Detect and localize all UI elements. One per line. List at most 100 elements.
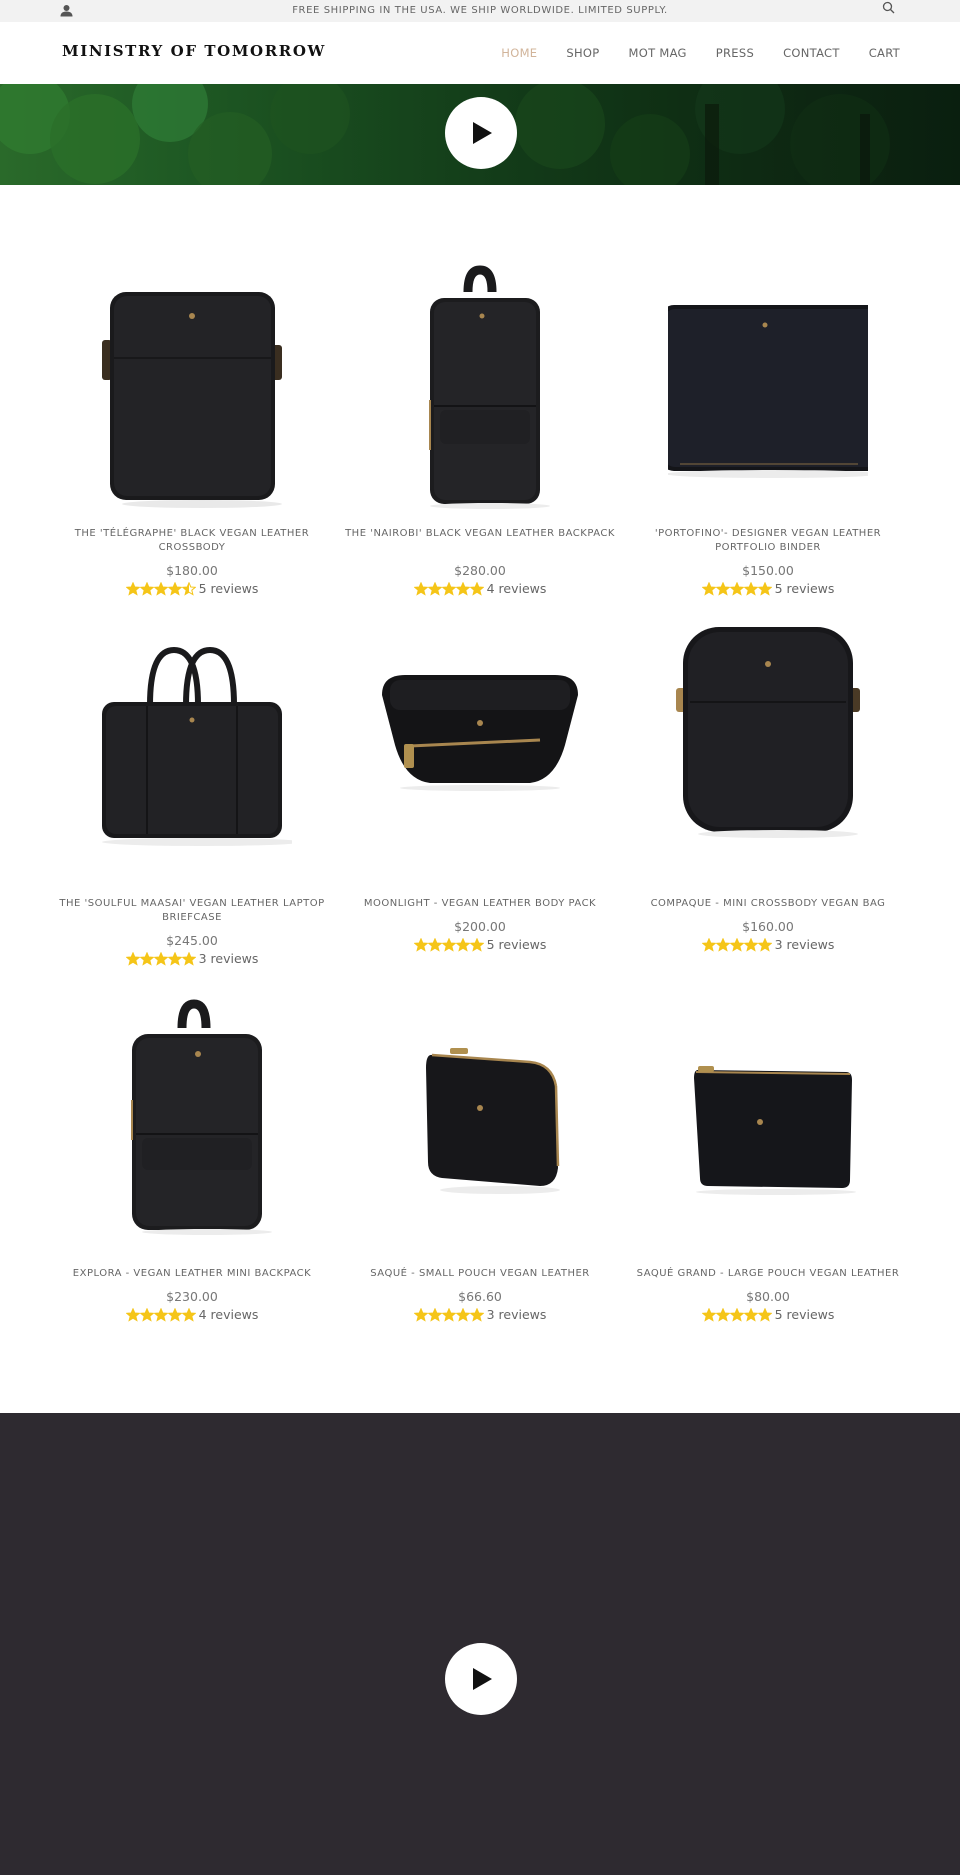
star-full-icon	[153, 951, 168, 966]
star-full-icon	[413, 937, 428, 952]
star-full-icon	[757, 1307, 772, 1322]
star-full-icon	[441, 581, 456, 596]
star-full-icon	[427, 937, 442, 952]
nav-contact[interactable]: CONTACT	[783, 46, 840, 60]
product-price: $66.60	[458, 1289, 502, 1304]
product-title[interactable]: SAQUÉ - SMALL POUCH VEGAN LEATHER	[336, 1267, 624, 1281]
rating-stars	[413, 1307, 484, 1322]
product-rating: 5 reviews	[624, 1307, 912, 1322]
star-full-icon	[455, 581, 470, 596]
star-full-icon	[715, 1307, 730, 1322]
star-full-icon	[715, 581, 730, 596]
star-full-icon	[701, 1307, 716, 1322]
star-full-icon	[139, 951, 154, 966]
portfolio-image[interactable]	[668, 250, 868, 510]
product-title[interactable]: COMPAQUE - MINI CROSSBODY VEGAN BAG	[624, 897, 912, 911]
hero-video	[0, 84, 960, 185]
body-pack-image[interactable]	[380, 620, 580, 880]
star-full-icon	[427, 1307, 442, 1322]
star-full-icon	[125, 1307, 140, 1322]
star-full-icon	[469, 937, 484, 952]
product-title[interactable]: THE 'SOULFUL MAASAI' VEGAN LEATHER LAPTO…	[48, 897, 336, 925]
star-full-icon	[455, 937, 470, 952]
star-full-icon	[413, 581, 428, 596]
product-price: $160.00	[742, 919, 794, 934]
rating-stars	[701, 1307, 772, 1322]
product-price: $150.00	[742, 563, 794, 578]
star-full-icon	[729, 937, 744, 952]
product-rating: 4 reviews	[48, 1307, 336, 1322]
product-price: $230.00	[166, 1289, 218, 1304]
review-count: 3 reviews	[198, 951, 259, 966]
mini-crossbody-image[interactable]	[668, 620, 868, 880]
video-play-button[interactable]	[445, 1643, 517, 1715]
product-title[interactable]: THE 'NAIROBI' BLACK VEGAN LEATHER BACKPA…	[336, 527, 624, 541]
review-count: 5 reviews	[774, 1307, 835, 1322]
star-full-icon	[413, 1307, 428, 1322]
announcement-bar: FREE SHIPPING IN THE USA. WE SHIP WORLDW…	[0, 0, 960, 22]
star-full-icon	[139, 1307, 154, 1322]
star-full-icon	[125, 581, 140, 596]
nav-mot-mag[interactable]: MOT MAG	[629, 46, 687, 60]
search-icon[interactable]	[882, 1, 895, 14]
rating-stars	[125, 581, 196, 596]
rating-stars	[413, 581, 484, 596]
star-full-icon	[469, 581, 484, 596]
crossbody-bag-image[interactable]	[92, 250, 292, 510]
star-full-icon	[153, 581, 168, 596]
product-title[interactable]: MOONLIGHT - VEGAN LEATHER BODY PACK	[336, 897, 624, 911]
mini-backpack-image[interactable]	[92, 990, 292, 1250]
star-full-icon	[125, 951, 140, 966]
star-full-icon	[153, 1307, 168, 1322]
nav-cart[interactable]: CART	[869, 46, 900, 60]
product-title[interactable]: THE 'TÉLÉGRAPHE' BLACK VEGAN LEATHER CRO…	[48, 527, 336, 555]
star-full-icon	[757, 581, 772, 596]
star-full-icon	[729, 1307, 744, 1322]
site-logo[interactable]: MINISTRY OF TOMORROW	[62, 42, 326, 60]
product-rating: 3 reviews	[624, 937, 912, 952]
product-title[interactable]: EXPLORA - VEGAN LEATHER MINI BACKPACK	[48, 1267, 336, 1281]
product-title[interactable]: SAQUÉ GRAND - LARGE POUCH VEGAN LEATHER	[624, 1267, 912, 1281]
main-nav: HOME SHOP MOT MAG PRESS CONTACT CART	[472, 46, 900, 60]
nav-press[interactable]: PRESS	[716, 46, 754, 60]
product-rating: 3 reviews	[336, 1307, 624, 1322]
star-full-icon	[139, 581, 154, 596]
nav-shop[interactable]: SHOP	[566, 46, 599, 60]
rating-stars	[413, 937, 484, 952]
rating-stars	[125, 951, 196, 966]
rating-stars	[701, 581, 772, 596]
star-full-icon	[167, 581, 182, 596]
star-full-icon	[441, 1307, 456, 1322]
star-full-icon	[743, 1307, 758, 1322]
product-rating: 5 reviews	[336, 937, 624, 952]
briefcase-image[interactable]	[92, 620, 292, 880]
video-section	[0, 1413, 960, 1875]
product-rating: 4 reviews	[336, 581, 624, 596]
star-full-icon	[441, 937, 456, 952]
product-price: $280.00	[454, 563, 506, 578]
review-count: 4 reviews	[486, 581, 547, 596]
product-rating: 5 reviews	[624, 581, 912, 596]
play-icon	[473, 1668, 492, 1690]
large-pouch-image[interactable]	[668, 990, 868, 1250]
play-icon	[473, 122, 492, 144]
small-pouch-image[interactable]	[380, 990, 580, 1250]
review-count: 5 reviews	[486, 937, 547, 952]
star-full-icon	[469, 1307, 484, 1322]
product-price: $80.00	[746, 1289, 790, 1304]
review-count: 5 reviews	[198, 581, 259, 596]
announcement-text: FREE SHIPPING IN THE USA. WE SHIP WORLDW…	[292, 5, 668, 16]
star-full-icon	[427, 581, 442, 596]
hero-play-button[interactable]	[445, 97, 517, 169]
star-full-icon	[757, 937, 772, 952]
nav-home[interactable]: HOME	[501, 46, 537, 60]
product-price: $245.00	[166, 933, 218, 948]
product-title[interactable]: 'PORTOFINO'- DESIGNER VEGAN LEATHER PORT…	[624, 527, 912, 555]
backpack-image[interactable]	[380, 250, 580, 510]
star-full-icon	[455, 1307, 470, 1322]
product-rating: 3 reviews	[48, 951, 336, 966]
review-count: 5 reviews	[774, 581, 835, 596]
star-full-icon	[167, 1307, 182, 1322]
star-full-icon	[701, 937, 716, 952]
star-full-icon	[715, 937, 730, 952]
